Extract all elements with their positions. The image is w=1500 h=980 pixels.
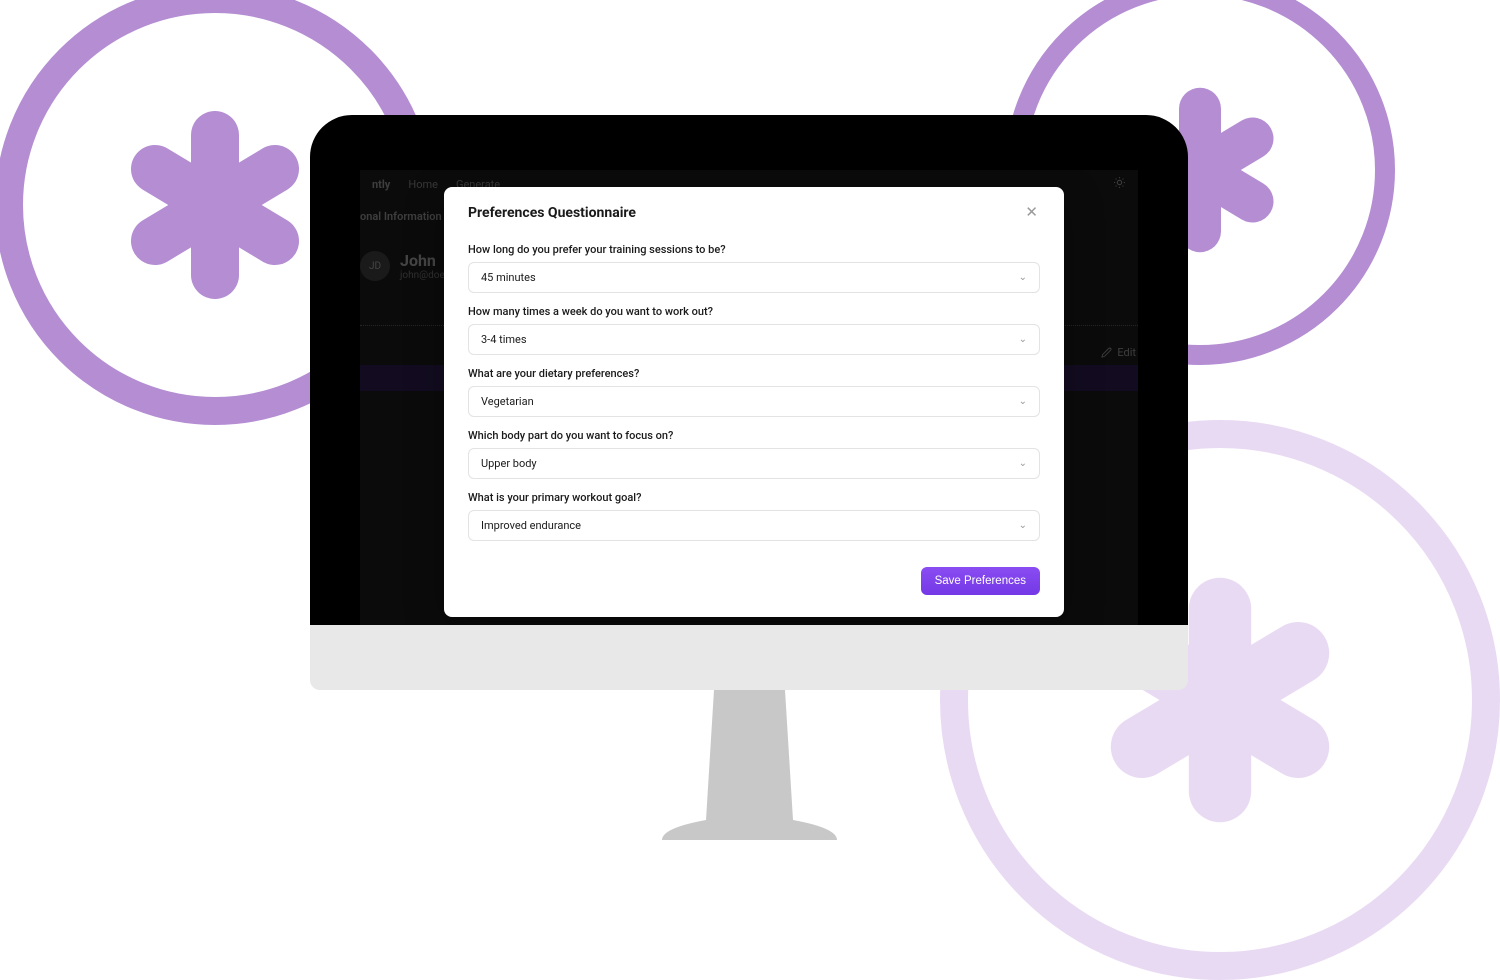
select-value: Upper body bbox=[481, 457, 537, 470]
monitor-frame: ntly Home Generate onal Information JD J… bbox=[310, 115, 1188, 840]
question-label: What is your primary workout goal? bbox=[468, 491, 1040, 504]
chevron-down-icon: ⌄ bbox=[1019, 334, 1027, 345]
question-label: How long do you prefer your training ses… bbox=[468, 243, 1040, 256]
select-value: Improved endurance bbox=[481, 519, 581, 532]
select-value: Vegetarian bbox=[481, 395, 534, 408]
preferences-modal: Preferences Questionnaire ✕ How long do … bbox=[444, 187, 1064, 617]
close-icon: ✕ bbox=[1025, 204, 1038, 221]
workout-frequency-select[interactable]: 3-4 times ⌄ bbox=[468, 324, 1040, 355]
modal-footer: Save Preferences bbox=[468, 567, 1040, 595]
question-3: What are your dietary preferences? Veget… bbox=[468, 367, 1040, 417]
question-label: Which body part do you want to focus on? bbox=[468, 429, 1040, 442]
monitor-stand bbox=[662, 690, 837, 840]
chevron-down-icon: ⌄ bbox=[1019, 458, 1027, 469]
modal-header: Preferences Questionnaire ✕ bbox=[468, 205, 1040, 221]
question-label: How many times a week do you want to wor… bbox=[468, 305, 1040, 318]
modal-title: Preferences Questionnaire bbox=[468, 205, 636, 221]
close-button[interactable]: ✕ bbox=[1023, 205, 1040, 220]
app-screen: ntly Home Generate onal Information JD J… bbox=[360, 170, 1138, 625]
monitor-bezel: ntly Home Generate onal Information JD J… bbox=[310, 115, 1188, 625]
monitor-chin bbox=[310, 625, 1188, 690]
select-value: 45 minutes bbox=[481, 271, 536, 284]
question-4: Which body part do you want to focus on?… bbox=[468, 429, 1040, 479]
session-length-select[interactable]: 45 minutes ⌄ bbox=[468, 262, 1040, 293]
chevron-down-icon: ⌄ bbox=[1019, 520, 1027, 531]
save-preferences-button[interactable]: Save Preferences bbox=[921, 567, 1040, 595]
chevron-down-icon: ⌄ bbox=[1019, 396, 1027, 407]
asterisk-icon bbox=[115, 105, 315, 305]
workout-goal-select[interactable]: Improved endurance ⌄ bbox=[468, 510, 1040, 541]
select-value: 3-4 times bbox=[481, 333, 527, 346]
chevron-down-icon: ⌄ bbox=[1019, 272, 1027, 283]
body-focus-select[interactable]: Upper body ⌄ bbox=[468, 448, 1040, 479]
question-5: What is your primary workout goal? Impro… bbox=[468, 491, 1040, 541]
question-2: How many times a week do you want to wor… bbox=[468, 305, 1040, 355]
question-1: How long do you prefer your training ses… bbox=[468, 243, 1040, 293]
question-label: What are your dietary preferences? bbox=[468, 367, 1040, 380]
dietary-preference-select[interactable]: Vegetarian ⌄ bbox=[468, 386, 1040, 417]
